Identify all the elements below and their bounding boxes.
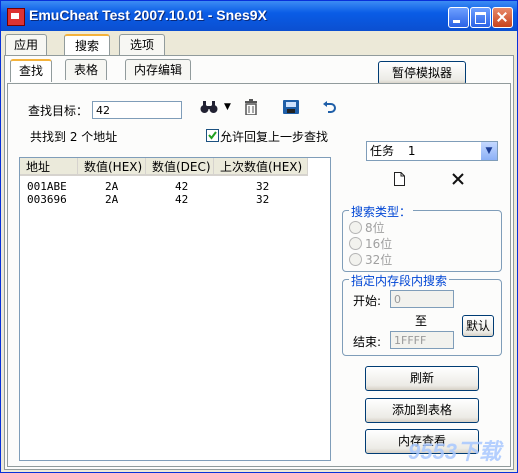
tab-search[interactable]: 搜索 [64, 34, 110, 57]
table-row[interactable]: 003696 2A 42 32 [20, 193, 328, 206]
radio-8bit[interactable] [349, 221, 362, 234]
start-address-input[interactable]: 0 [390, 290, 454, 308]
search-target-input[interactable]: 42 [92, 101, 182, 119]
chevron-down-icon[interactable]: ▼ [481, 142, 497, 160]
default-range-button[interactable]: 默认 [462, 315, 494, 337]
row-dec: 42 [175, 180, 189, 193]
app-icon[interactable] [7, 8, 25, 26]
new-task-icon[interactable] [394, 172, 405, 186]
subtab-memedit[interactable]: 内存编辑 [125, 59, 191, 80]
binoculars-icon[interactable] [200, 100, 218, 114]
end-address-input[interactable]: 1FFFF [390, 331, 454, 349]
delete-task-icon[interactable] [451, 172, 465, 186]
minimize-button[interactable] [448, 7, 469, 28]
subtab-memedit-label: 内存编辑 [133, 63, 182, 77]
search-page-panel: 查找 表格 内存编辑 暂停模拟器 查找目标： 42 ▼ 共找到 2 个地址 允许… [4, 55, 514, 470]
save-disk-icon[interactable] [283, 100, 299, 114]
pause-emulator-button[interactable]: 暂停模拟器 [378, 61, 466, 85]
radio-8bit-label: 8位 [365, 221, 385, 235]
add-to-table-button[interactable]: 添加到表格 [365, 398, 479, 423]
tab-options-label: 选项 [129, 38, 154, 52]
search-type-title: 搜索类型： [349, 203, 414, 220]
end-label: 结束: [353, 335, 382, 349]
trash-icon[interactable] [244, 99, 258, 116]
start-label: 开始: [353, 294, 382, 308]
subtab-find-label: 查找 [18, 64, 43, 78]
task-label: 任务 [370, 144, 395, 158]
row-address: 001ABE [27, 180, 67, 193]
subtab-table-label: 表格 [73, 63, 98, 77]
allow-undo-label: 允许回复上一步查找 [220, 130, 329, 144]
maximize-button[interactable] [470, 7, 491, 28]
title-bar[interactable]: EmuCheat Test 2007.10.01 - Snes9X [1, 1, 517, 31]
col-header-hex[interactable]: 数值(HEX) [78, 158, 146, 176]
tab-app-label: 应用 [13, 38, 38, 52]
tab-app[interactable]: 应用 [5, 34, 47, 55]
watermark-logo: 9553下载 [408, 439, 501, 464]
memory-range-title: 指定内存段内搜索 [349, 272, 450, 289]
tab-search-label: 搜索 [74, 39, 99, 53]
col-header-dec[interactable]: 数值(DEC) [146, 158, 214, 176]
refresh-button[interactable]: 刷新 [365, 366, 479, 391]
row-dec: 42 [175, 193, 189, 206]
app-window: EmuCheat Test 2007.10.01 - Snes9X 应用 搜索 … [0, 0, 518, 473]
table-row[interactable]: 001ABE 2A 42 32 [20, 180, 328, 193]
dropdown-arrow-icon[interactable]: ▼ [224, 102, 231, 112]
col-header-prev-hex[interactable]: 上次数值(HEX) [214, 158, 308, 176]
undo-arrow-icon[interactable] [322, 100, 336, 114]
close-button[interactable] [492, 7, 513, 28]
find-tab-panel: 查找目标： 42 ▼ 共找到 2 个地址 允许回复上一步查找 地址 数值(HEX… [7, 83, 511, 467]
subtab-find[interactable]: 查找 [10, 59, 52, 82]
radio-32bit[interactable] [349, 253, 362, 266]
col-header-address[interactable]: 地址 [20, 158, 78, 176]
radio-32bit-label: 32位 [365, 253, 393, 267]
task-value: 1 [407, 144, 416, 158]
allow-undo-checkbox[interactable] [206, 129, 219, 142]
search-target-label: 查找目标： [28, 104, 89, 118]
row-prev-hex: 32 [256, 180, 270, 193]
task-select[interactable]: 任务 1 ▼ [366, 141, 498, 161]
subtab-table[interactable]: 表格 [65, 59, 107, 80]
radio-16bit[interactable] [349, 237, 362, 250]
row-address: 003696 [27, 193, 67, 206]
row-hex: 2A [105, 193, 119, 206]
row-prev-hex: 32 [256, 193, 270, 206]
radio-16bit-label: 16位 [365, 237, 393, 251]
tab-options[interactable]: 选项 [119, 34, 165, 55]
found-count-text: 共找到 2 个地址 [30, 130, 118, 144]
window-title: EmuCheat Test 2007.10.01 - Snes9X [29, 7, 267, 23]
row-hex: 2A [105, 180, 119, 193]
search-type-group: 搜索类型： 8位 16位 32位 [342, 203, 502, 272]
memory-range-group: 指定内存段内搜索 开始: 0 至 结束: 1FFFF 默认 [342, 272, 502, 356]
results-list[interactable]: 地址 数值(HEX) 数值(DEC) 上次数值(HEX) 001ABE 2A 4… [19, 157, 331, 461]
to-label: 至 [415, 314, 428, 328]
